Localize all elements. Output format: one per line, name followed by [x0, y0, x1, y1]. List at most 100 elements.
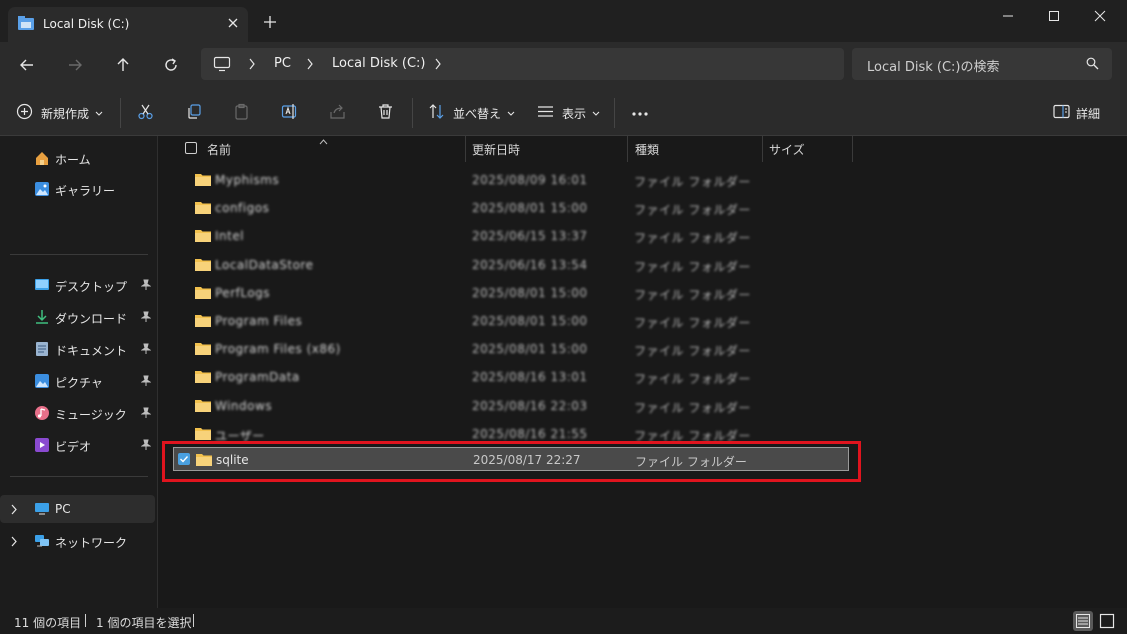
file-row[interactable]: Intel 2025/06/15 13:37 ファイル フォルダー: [173, 224, 849, 248]
file-type: ファイル フォルダー: [634, 316, 751, 330]
copy-icon: [186, 103, 203, 123]
select-all-checkbox[interactable]: [185, 142, 197, 154]
window-tab[interactable]: Local Disk (C:): [8, 7, 248, 42]
column-divider[interactable]: [762, 136, 763, 162]
scissors-icon: [137, 103, 154, 123]
file-type: ファイル フォルダー: [634, 203, 751, 217]
column-modified[interactable]: 更新日時: [472, 141, 520, 158]
details-view-icon[interactable]: [1073, 611, 1093, 631]
close-window-icon[interactable]: [1078, 4, 1122, 28]
sidebar-item-label: ビデオ: [55, 440, 92, 454]
chevron-right-icon[interactable]: [434, 58, 442, 73]
file-date: 2025/06/15 13:37: [472, 229, 588, 243]
file-type: ファイル フォルダー: [634, 344, 751, 358]
maximize-icon[interactable]: [1032, 4, 1076, 28]
command-bar: 新規作成 並べ替え 表示 詳細: [0, 88, 1127, 136]
pin-icon[interactable]: [140, 279, 152, 294]
sidebar-item-videos[interactable]: ビデオ: [0, 431, 155, 459]
title-bar: Local Disk (C:): [0, 0, 1127, 42]
copy-button[interactable]: [186, 100, 203, 126]
pin-icon[interactable]: [140, 439, 152, 454]
sidebar-item-downloads[interactable]: ダウンロード: [0, 303, 155, 331]
file-name: PerfLogs: [215, 286, 271, 300]
sidebar-item-label: ピクチャ: [55, 376, 103, 390]
file-date: 2025/08/01 15:00: [472, 286, 588, 300]
paste-button[interactable]: [233, 100, 250, 126]
file-name: Program Files: [215, 314, 303, 328]
chevron-right-icon: [248, 58, 256, 73]
sidebar-item-documents[interactable]: ドキュメント: [0, 335, 155, 363]
rename-button[interactable]: [281, 100, 298, 126]
file-row[interactable]: Program Files 2025/08/01 15:00 ファイル フォルダー: [173, 309, 849, 333]
new-button[interactable]: 新規作成: [16, 100, 103, 126]
sidebar-item-music[interactable]: ミュージック: [0, 399, 155, 427]
sidebar-item-pictures[interactable]: ピクチャ: [0, 367, 155, 395]
file-row[interactable]: ProgramData 2025/08/16 13:01 ファイル フォルダー: [173, 365, 849, 389]
file-type: ファイル フォルダー: [634, 401, 751, 415]
share-icon: [329, 103, 346, 123]
file-date: 2025/08/01 15:00: [472, 314, 588, 328]
view-button[interactable]: 表示: [537, 100, 600, 126]
file-row[interactable]: Myphisms 2025/08/09 16:01 ファイル フォルダー: [173, 168, 849, 192]
search-input[interactable]: Local Disk (C:)の検索: [852, 48, 1112, 80]
breadcrumb-pc[interactable]: PC: [274, 56, 291, 71]
close-tab-icon[interactable]: [226, 16, 240, 30]
share-button[interactable]: [329, 100, 346, 126]
file-date: 2025/08/01 15:00: [472, 342, 588, 356]
up-arrow-icon[interactable]: [111, 53, 135, 77]
column-divider[interactable]: [627, 136, 628, 162]
chevron-right-icon[interactable]: [10, 504, 18, 518]
folder-icon: [195, 258, 211, 274]
column-size[interactable]: サイズ: [769, 141, 805, 158]
new-tab-icon[interactable]: [260, 12, 280, 32]
chevron-down-icon: [95, 106, 103, 120]
minimize-icon[interactable]: [986, 4, 1030, 28]
status-divider: [85, 614, 86, 627]
desktop-icon: [34, 277, 50, 293]
details-pane-icon: [1053, 104, 1070, 122]
pin-icon[interactable]: [140, 311, 152, 326]
file-row[interactable]: Program Files (x86) 2025/08/01 15:00 ファイル …: [173, 337, 849, 361]
list-view-icon: [537, 103, 554, 123]
sidebar-item-label: ドキュメント: [55, 344, 128, 358]
column-divider[interactable]: [465, 136, 466, 162]
sort-icon: [428, 103, 445, 123]
address-bar[interactable]: PC Local Disk (C:): [201, 48, 844, 80]
file-row[interactable]: configos 2025/08/01 15:00 ファイル フォルダー: [173, 196, 849, 220]
folder-icon: [195, 286, 211, 302]
large-icons-view-icon[interactable]: [1097, 611, 1117, 631]
delete-button[interactable]: [377, 100, 394, 126]
rename-icon: [281, 103, 298, 123]
cut-button[interactable]: [137, 100, 154, 126]
forward-arrow-icon[interactable]: [63, 53, 87, 77]
pc-icon: [34, 501, 50, 517]
file-row[interactable]: LocalDataStore 2025/06/16 13:54 ファイル フォルダー: [173, 253, 849, 277]
folder-icon: [195, 370, 211, 386]
details-button[interactable]: 詳細: [1053, 100, 1100, 126]
sidebar-item-gallery[interactable]: ギャラリー: [0, 175, 155, 203]
pin-icon[interactable]: [140, 407, 152, 422]
file-row[interactable]: Windows 2025/08/16 22:03 ファイル フォルダー: [173, 394, 849, 418]
computer-icon: [213, 56, 231, 75]
more-options-button[interactable]: [631, 100, 649, 126]
download-icon: [34, 309, 50, 325]
chevron-right-icon[interactable]: [10, 536, 18, 550]
sidebar-item-home[interactable]: ホーム: [0, 144, 155, 172]
refresh-icon[interactable]: [159, 53, 183, 77]
sidebar-item-label: ギャラリー: [55, 184, 116, 198]
sidebar-item-desktop[interactable]: デスクトップ: [0, 271, 155, 299]
file-row[interactable]: PerfLogs 2025/08/01 15:00 ファイル フォルダー: [173, 281, 849, 305]
sidebar-item-network[interactable]: ネットワーク: [0, 527, 155, 555]
selected-count: 1 個の項目を選択: [96, 616, 192, 630]
pin-icon[interactable]: [140, 375, 152, 390]
pin-icon[interactable]: [140, 343, 152, 358]
video-icon: [34, 437, 50, 453]
column-name[interactable]: 名前: [207, 141, 231, 158]
column-divider[interactable]: [852, 136, 853, 162]
column-type[interactable]: 種類: [635, 141, 659, 158]
sidebar-item-pc[interactable]: PC: [0, 495, 155, 523]
sort-button[interactable]: 並べ替え: [428, 100, 515, 126]
back-arrow-icon[interactable]: [15, 53, 39, 77]
breadcrumb-local-disk[interactable]: Local Disk (C:): [332, 56, 425, 71]
status-divider: [193, 614, 194, 627]
